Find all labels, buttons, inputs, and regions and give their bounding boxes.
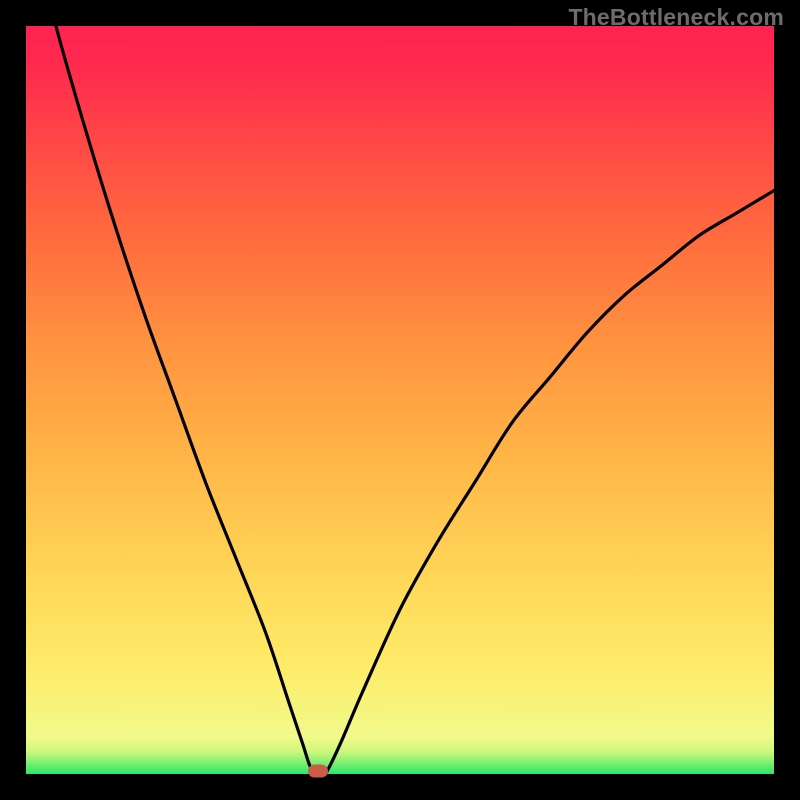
- optimal-marker: [308, 765, 328, 778]
- curve-svg: [26, 26, 774, 774]
- bottleneck-curve: [26, 26, 774, 774]
- plot-area: [26, 26, 774, 774]
- chart-frame: TheBottleneck.com: [0, 0, 800, 800]
